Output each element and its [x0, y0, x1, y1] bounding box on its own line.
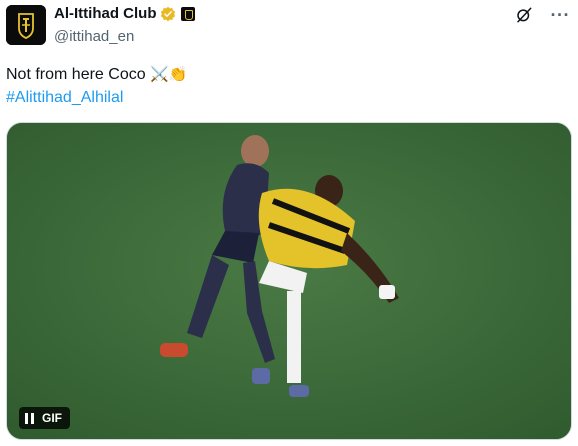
tweet-top-actions: ··· — [515, 6, 570, 24]
gif-badge[interactable]: GIF — [19, 407, 70, 429]
tweet-emojis: ⚔️👏 — [150, 65, 188, 83]
tweet-text: Not from here Coco ⚔️👏 #Alittihad_Alhila… — [6, 63, 568, 109]
avatar[interactable] — [6, 5, 46, 45]
hashtag-link[interactable]: #Alittihad_Alhilal — [6, 86, 568, 109]
tweet-card[interactable]: Al-Ittihad Club @ittihad_en ··· Not from… — [0, 0, 578, 446]
user-handle[interactable]: @ittihad_en — [54, 27, 518, 47]
more-options-icon[interactable]: ··· — [551, 6, 570, 24]
display-name[interactable]: Al-Ittihad Club — [54, 4, 156, 24]
grok-icon[interactable] — [515, 6, 533, 24]
pause-icon[interactable] — [25, 412, 35, 424]
tweet-body: Not from here Coco — [6, 66, 146, 83]
club-affiliate-badge-icon[interactable] — [181, 7, 196, 21]
verified-badge-icon[interactable] — [160, 6, 176, 22]
club-crest-icon — [6, 5, 46, 45]
gif-label: GIF — [42, 411, 62, 425]
football-match-gif — [7, 123, 571, 439]
gif-media[interactable]: GIF — [6, 122, 572, 440]
tweet-header: Al-Ittihad Club @ittihad_en — [54, 4, 518, 46]
